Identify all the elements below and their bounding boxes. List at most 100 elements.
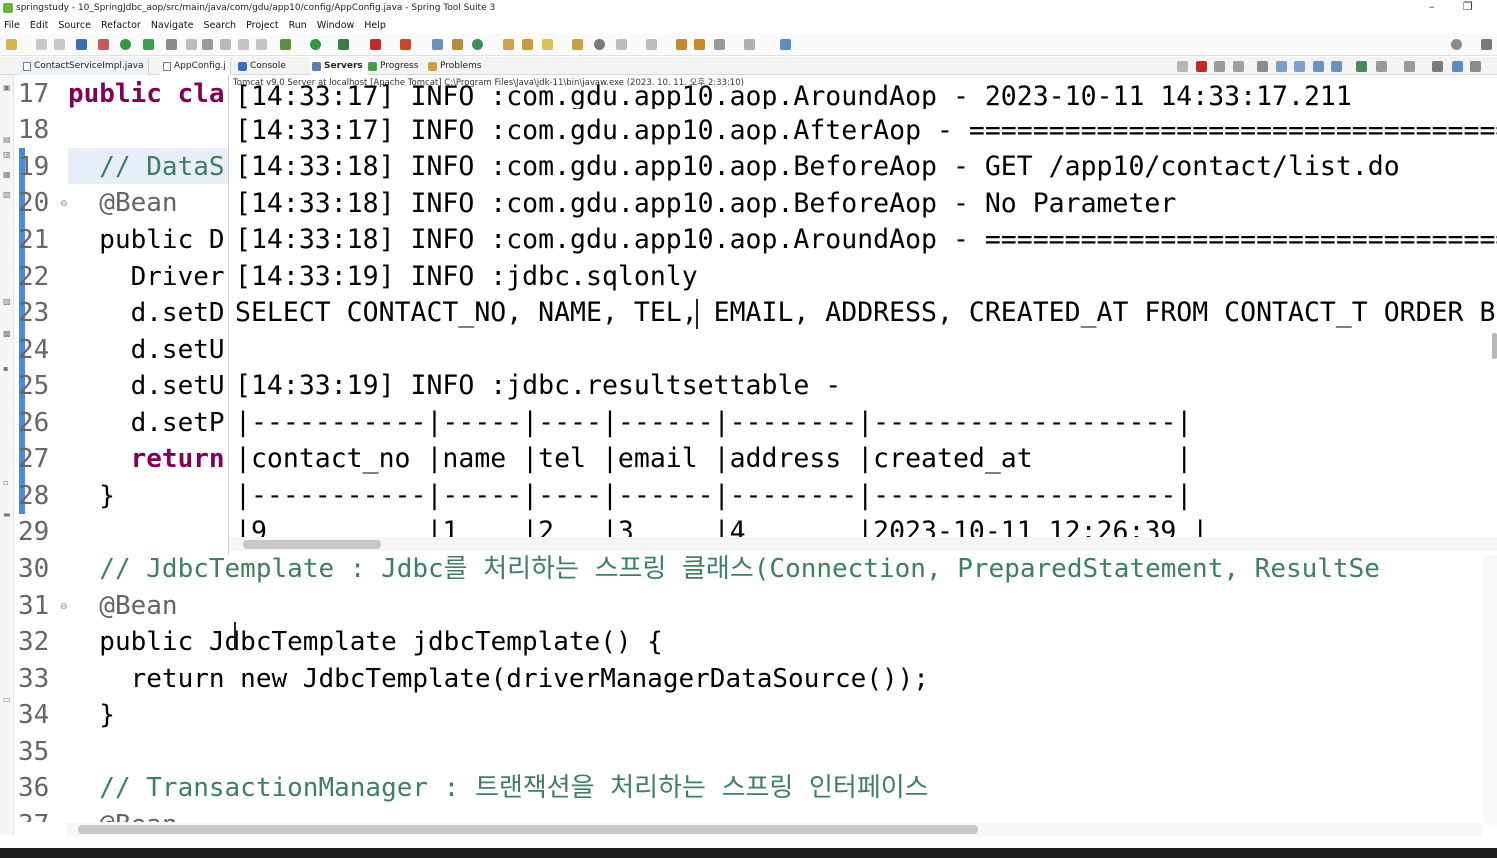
paragraph-icon[interactable] [256,39,267,50]
code-line[interactable]: return [68,441,225,477]
editor-vertical-scrollbar[interactable] [1483,555,1497,825]
refresh-icon[interactable] [143,39,154,50]
code-line[interactable]: @Bean [68,185,177,221]
code-line[interactable]: @Bean [68,588,177,624]
mark-icon[interactable] [220,39,231,50]
console-line[interactable]: [14:33:18] INFO :com.gdu.app10.aop.Aroun… [235,222,1497,258]
tab-problems[interactable]: Problems [426,58,485,75]
menu-navigate[interactable]: Navigate [151,17,200,34]
show-stderr-icon[interactable] [1331,61,1342,72]
code-line[interactable]: d.setP [68,405,225,441]
editor-scroll-thumb[interactable] [78,825,978,834]
tab-progress[interactable]: Progress [366,58,422,75]
back-edit-icon[interactable] [676,39,687,50]
code-line[interactable]: // DataS [68,149,224,185]
code-line[interactable]: d.setD [68,295,225,331]
minimize-view-icon[interactable] [1452,61,1463,72]
run-icon[interactable] [310,39,321,50]
save-all-icon[interactable] [54,39,65,50]
pin-icon[interactable] [186,39,197,50]
console-line[interactable]: |-----------|-----|----|------|--------|… [235,405,1192,441]
task-list-icon[interactable]: ▧ [3,190,11,199]
globe-icon[interactable] [594,39,605,50]
fold-collapse-icon[interactable]: ⊖ [60,199,68,209]
menu-source[interactable]: Source [58,17,97,34]
remove-launch-icon[interactable] [1177,61,1188,72]
console-line[interactable]: |-----------|-----|----|------|--------|… [235,478,1192,514]
clear-console-icon[interactable] [1257,61,1268,72]
menu-window[interactable]: Window [317,17,360,34]
menu-edit[interactable]: Edit [30,17,54,34]
code-line[interactable]: // TransactionManager : 트랜잭션을 처리하는 스프링 인… [68,770,928,806]
search-icon[interactable] [1451,39,1462,50]
terminate-icon[interactable] [1196,61,1207,72]
outline-icon[interactable]: ▥ [3,150,11,159]
code-line[interactable]: d.setU [68,332,225,368]
code-line[interactable]: @Bean [68,807,177,822]
filter-icon[interactable] [166,39,177,50]
terminal-icon[interactable] [76,39,87,50]
show-stdout-icon[interactable] [1313,61,1324,72]
external-tools-icon[interactable] [400,39,411,50]
console-line[interactable]: [14:33:19] INFO :jdbc.resultsettable - [235,368,841,404]
history-icon[interactable]: ▬ [3,510,11,519]
perspective-icon[interactable] [780,39,791,50]
toggle-icon[interactable] [238,39,249,50]
console-line[interactable]: [14:33:19] INFO :jdbc.sqlonly [235,259,698,295]
remove-icon[interactable] [1214,61,1225,72]
word-wrap-icon[interactable] [1294,61,1305,72]
annotation-next-icon[interactable] [616,39,627,50]
code-line[interactable]: public cla [68,76,225,112]
console-line[interactable]: |contact_no |name |tel |email |address |… [235,441,1192,477]
tab-console[interactable]: Console [236,58,290,75]
menu-help[interactable]: Help [364,17,392,34]
menu-search[interactable]: Search [203,17,242,34]
menu-run[interactable]: Run [289,17,313,34]
search-tool-icon[interactable] [542,39,553,50]
menu-refactor[interactable]: Refactor [101,17,147,34]
start-server-icon[interactable] [120,39,131,50]
restore-button[interactable]: ❐ [1463,0,1473,13]
console-line[interactable]: |9 |1 |2 |3 |4 |2023-10-11 12:26:39 | [235,514,1208,537]
console-line[interactable]: [14:33:17] INFO :com.gdu.app10.aop.Aroun… [235,79,1352,109]
restore-icon[interactable]: ▣ [3,83,11,92]
code-line[interactable]: public D [68,222,224,258]
editor-horizontal-scrollbar[interactable] [66,822,1482,836]
boot-dashboard-icon[interactable]: ▦ [3,170,11,179]
pin-console-icon[interactable] [1356,61,1367,72]
skip-breakpoints-icon[interactable] [98,39,109,50]
link-icon[interactable] [202,39,213,50]
new-spring-icon[interactable] [472,39,483,50]
open-perspective-icon[interactable] [1481,39,1492,50]
code-line[interactable]: d.setU [68,368,225,404]
menu-file[interactable]: File [4,17,26,34]
code-line[interactable]: return new JdbcTemplate(driverManagerDat… [68,661,929,697]
open-type-icon[interactable] [503,39,514,50]
search-view-icon[interactable]: ▫ [3,478,11,487]
maximize-view-icon[interactable] [1470,61,1481,72]
console-vertical-scrollbar[interactable] [1492,333,1497,359]
fold-collapse-icon[interactable]: ⊖ [60,602,68,612]
code-line[interactable]: // JdbcTemplate : Jdbc를 처리하는 스프링 클래스(Con… [68,551,1380,587]
open-folder-icon[interactable] [522,39,533,50]
minimize-button[interactable]: – [1429,0,1435,13]
bookmarks-icon[interactable]: ▭ [3,695,11,704]
package-explorer-icon[interactable]: ▤ [3,135,11,144]
open-console-icon[interactable] [1404,61,1415,72]
tab-contactserviceimpl[interactable]: ContactServiceImpl.java [20,58,149,75]
new-class-icon[interactable] [452,39,463,50]
forward-icon[interactable] [744,39,755,50]
console-horizontal-scrollbar[interactable] [229,537,1497,551]
code-line[interactable]: public JdbcTemplate jdbcTemplate() { [68,624,663,660]
tab-appconfig[interactable]: AppConfig.j [160,58,231,75]
coverage-icon[interactable] [338,39,349,50]
scroll-lock-icon[interactable] [1276,61,1287,72]
javadoc-icon[interactable]: ▩ [3,329,11,338]
new-package-icon[interactable] [432,39,443,50]
code-line[interactable]: } [68,478,115,514]
console-line[interactable]: [14:33:18] INFO :com.gdu.app10.aop.Befor… [235,186,1176,222]
display-console-icon[interactable] [1376,61,1387,72]
debug-icon[interactable] [280,39,291,50]
declaration-icon[interactable]: ▪ [3,364,11,373]
console-line[interactable]: [14:33:18] INFO :com.gdu.app10.aop.Befor… [235,149,1400,185]
